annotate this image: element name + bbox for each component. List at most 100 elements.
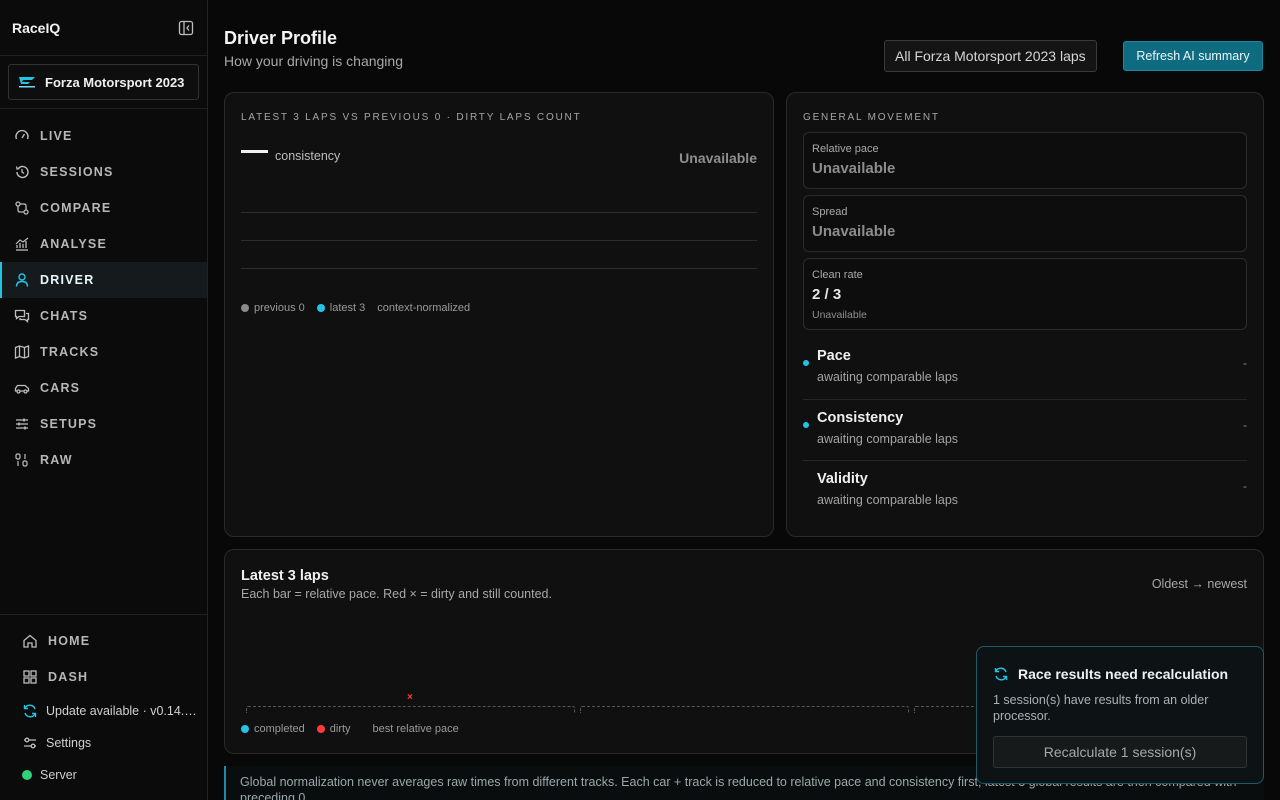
game-selector[interactable]: Forza Motorsport 2023 [8,64,199,100]
general-movement-card: GENERAL MOVEMENT Relative pace Unavailab… [786,92,1264,537]
laps-subtitle: Each bar = relative pace. Red × = dirty … [241,587,552,601]
analyse-chart-icon [14,236,30,252]
sidebar-item-setups[interactable]: SETUPS [0,406,207,442]
scope-selector-button[interactable]: All Forza Motorsport 2023 laps [884,40,1097,72]
refresh-icon [993,666,1009,682]
legend-previous: previous 0 [241,302,305,314]
stat-note: Unavailable [812,309,867,321]
dirty-lap-marker: × [407,692,413,703]
movement-value: - [1243,418,1247,432]
legend-latest-label: latest 3 [329,302,366,314]
lap-bar-slot [246,706,575,713]
sidebar-item-live[interactable]: LIVE [0,118,207,154]
sidebar-item-sessions[interactable]: SESSIONS [0,154,207,190]
sidebar-item-tracks[interactable]: TRACKS [0,334,207,370]
stat-label: Spread [812,206,848,218]
game-selector-wrap: Forza Motorsport 2023 [0,56,207,109]
sidebar-item-label: CARS [40,381,81,395]
legend-best-label: best relative pace [372,723,459,735]
toast-title: Race results need recalculation [1018,666,1229,682]
movement-dot [803,360,809,366]
sidebar-item-home[interactable]: HOME [0,623,207,659]
movement-title: Pace [817,348,851,364]
chart-gridline [241,268,757,269]
stat-label: Relative pace [812,143,879,155]
stat-value: Unavailable [812,160,896,177]
laps-legend: completed dirty best relative pace [241,723,459,735]
home-icon [22,633,38,649]
movement-value: - [1243,356,1247,370]
metric-label: consistency [275,149,341,163]
map-icon [14,344,30,360]
legend-completed: completed [241,723,305,735]
chart-gridline [241,212,757,213]
movement-title: Consistency [817,410,904,426]
lap-bar-slot [580,706,909,713]
trend-legend: previous 0 latest 3 context-normalized [241,302,470,314]
brand-row: RaceIQ [0,0,207,56]
legend-completed-label: completed [254,723,305,735]
trend-status: Unavailable [679,150,757,166]
server-status-dot [22,770,32,780]
history-icon [14,164,30,180]
user-icon [14,272,30,288]
update-available-link[interactable]: Update available · v0.14.… [0,695,207,727]
clean-rate-stat: Clean rate 2 / 3 Unavailable [803,258,1247,330]
sidebar-item-raw[interactable]: RAW [0,442,207,478]
server-label: Server [40,768,77,782]
sidebar-item-analyse[interactable]: ANALYSE [0,226,207,262]
page-title: Driver Profile [224,28,338,48]
app-brand: RaceIQ [12,19,61,36]
sidebar-item-label: DASH [48,670,89,684]
compare-icon [14,200,30,216]
movement-subtitle: awaiting comparable laps [817,493,959,507]
relative-pace-stat: Relative pace Unavailable [803,132,1247,189]
laps-title: Latest 3 laps [241,568,329,584]
sidebar-item-label: SETUPS [40,417,98,431]
legend-latest: latest 3 [316,302,366,314]
sidebar-collapse-icon[interactable] [177,19,195,37]
spread-stat: Spread Unavailable [803,195,1247,252]
movement-overline: GENERAL MOVEMENT [803,112,940,123]
sidebar-item-dash[interactable]: DASH [0,659,207,695]
page-subtitle: How your driving is changing [224,53,403,69]
legend-dirty: dirty [316,723,351,735]
movement-value: - [1243,479,1247,493]
server-status[interactable]: Server [0,759,207,791]
legend-dirty-label: dirty [329,723,351,735]
settings-link[interactable]: Settings [0,727,207,759]
movement-row-pace: Pace awaiting comparable laps - [803,338,1247,399]
sidebar-bottom: HOME DASH Update available · v0.14.… Set… [0,614,207,800]
consistency-trend-card: LATEST 3 LAPS VS PREVIOUS 0 · DIRTY LAPS… [224,92,774,537]
recalculation-toast: Race results need recalculation 1 sessio… [976,646,1264,784]
sidebar-item-label: COMPARE [40,201,112,215]
sidebar-item-label: ANALYSE [40,237,107,251]
sidebar-item-compare[interactable]: COMPARE [0,190,207,226]
legend-dot-latest [316,304,325,312]
sidebar-item-label: CHATS [40,309,89,323]
sidebar: RaceIQ Forza Motorsport 2023 LIVE SESSIO… [0,0,208,800]
movement-row-consistency: Consistency awaiting comparable laps - [803,399,1247,460]
toast-body: 1 session(s) have results from an older … [993,693,1209,723]
sidebar-item-label: LIVE [40,129,73,143]
recalculate-button[interactable]: Recalculate 1 session(s) [993,736,1247,768]
settings-label: Settings [46,736,92,750]
legend-note-label: context-normalized [377,302,471,314]
binary-icon [14,452,30,468]
empty-value-dash [241,150,268,153]
movement-row-validity: Validity awaiting comparable laps - [803,460,1247,521]
refresh-icon [22,703,38,719]
sidebar-item-cars[interactable]: CARS [0,370,207,406]
sidebar-item-chats[interactable]: CHATS [0,298,207,334]
sidebar-item-label: HOME [48,634,91,648]
sliders-icon [14,416,30,432]
sidebar-item-label: SESSIONS [40,165,114,179]
trend-overline: LATEST 3 LAPS VS PREVIOUS 0 · DIRTY LAPS… [241,112,582,123]
update-available-label: Update available · v0.14.… [46,704,197,718]
sidebar-item-label: TRACKS [40,345,100,359]
movement-title: Validity [817,471,868,487]
movement-subtitle: awaiting comparable laps [817,432,959,446]
sidebar-item-driver[interactable]: DRIVER [0,262,207,298]
movement-subtitle: awaiting comparable laps [817,370,959,384]
refresh-ai-summary-button[interactable]: Refresh AI summary [1123,41,1263,71]
